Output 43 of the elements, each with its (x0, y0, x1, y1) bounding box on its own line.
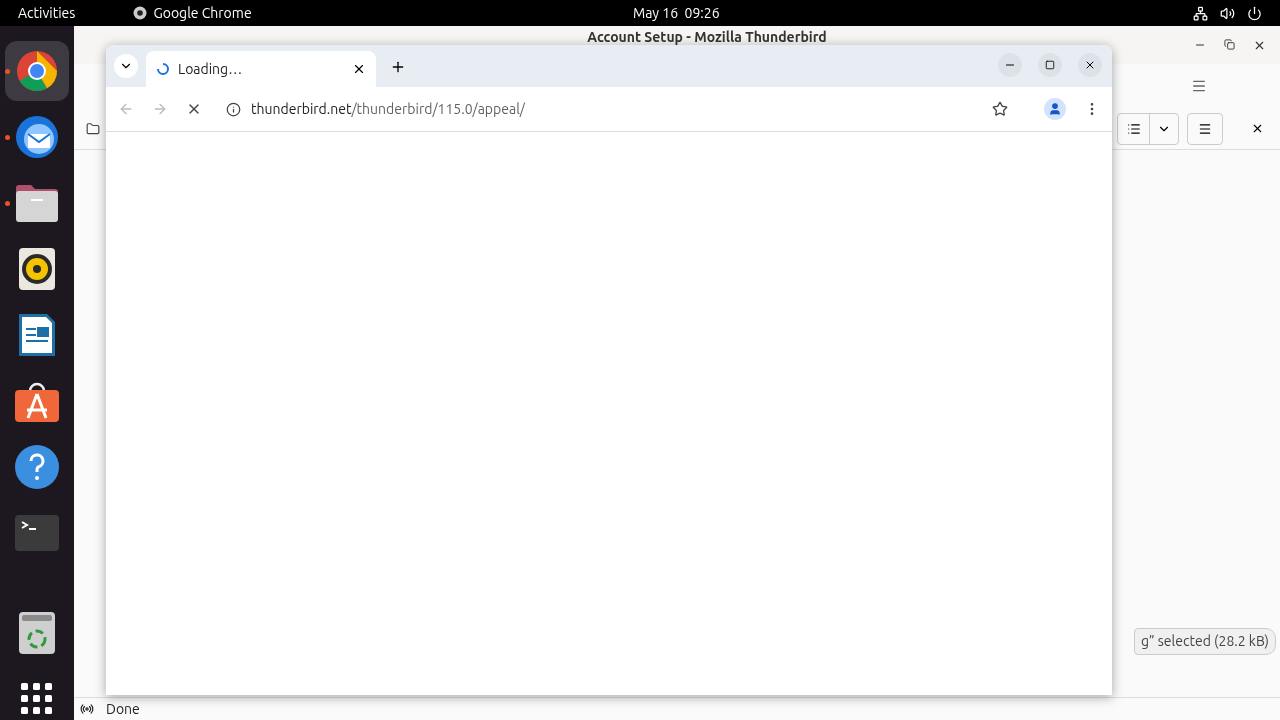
tab-title: Loading… (178, 59, 244, 79)
tab-search-button[interactable] (114, 54, 138, 78)
speaker-icon (18, 247, 56, 291)
dock-launcher[interactable] (5, 41, 69, 101)
window-title: Account Setup - Mozilla Thunderbird (587, 30, 827, 44)
maximize-button[interactable] (1038, 53, 1062, 77)
list-icon (1126, 121, 1141, 136)
folder-icon[interactable] (86, 121, 100, 136)
status-text: Done (106, 699, 140, 719)
menu-button[interactable] (1187, 112, 1223, 145)
power-icon[interactable] (1247, 5, 1262, 21)
close-tab-icon[interactable] (352, 62, 366, 76)
chrome-icon (133, 6, 148, 20)
url-text: thunderbird.net/thunderbird/115.0/appeal/ (251, 99, 526, 119)
trash-icon (18, 611, 56, 655)
info-icon[interactable] (226, 101, 241, 117)
close-icon (1084, 59, 1096, 71)
app-name[interactable]: Google Chrome (153, 2, 252, 24)
maximize-icon (1045, 60, 1055, 70)
activities-button[interactable]: Activities (18, 2, 76, 24)
app-grid-icon (21, 683, 53, 715)
menu-icon (1198, 121, 1212, 136)
new-tab-icon[interactable] (390, 59, 406, 75)
volume-icon[interactable] (1220, 5, 1235, 21)
terminal-icon (14, 514, 60, 552)
folder-icon (14, 182, 60, 224)
minimize-button[interactable] (998, 53, 1022, 77)
network-icon[interactable] (1193, 5, 1208, 21)
browser-tab[interactable]: Loading… (146, 51, 376, 87)
restore-icon[interactable] (1224, 39, 1235, 50)
close-button[interactable] (1078, 53, 1102, 77)
close-icon[interactable] (1253, 39, 1266, 52)
selection-notification: g” selected (28.2 kB) (1133, 628, 1276, 655)
close-icon[interactable] (1251, 122, 1264, 135)
bookmark-star-icon[interactable] (992, 101, 1008, 117)
broadcast-icon (80, 702, 94, 716)
clock[interactable]: May 16 09:26 (633, 2, 720, 24)
menu-icon[interactable] (1191, 78, 1207, 94)
profile-icon[interactable] (1044, 98, 1066, 120)
bird-envelope-icon (14, 114, 60, 160)
help-icon (14, 444, 60, 490)
chrome-icon (15, 49, 59, 93)
document-icon (17, 312, 57, 358)
